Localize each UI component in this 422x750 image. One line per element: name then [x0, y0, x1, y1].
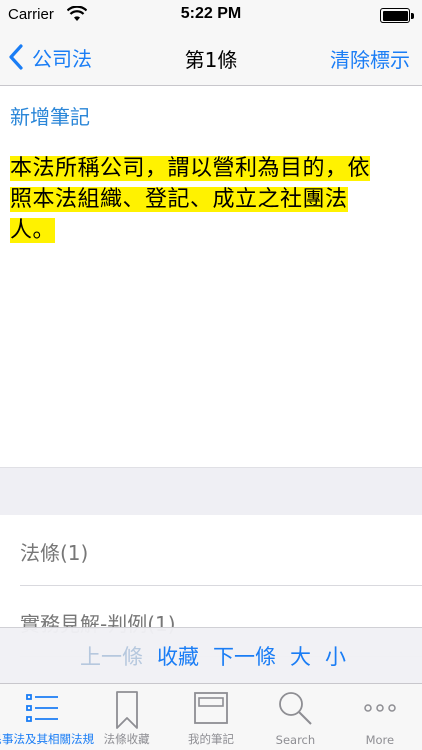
chevron-left-icon [9, 44, 23, 70]
article-line: 照本法組織、登記、成立之社團法 [10, 187, 348, 212]
back-button[interactable]: 公司法 [8, 42, 92, 72]
add-note-link[interactable]: 新增筆記 [10, 101, 90, 130]
status-time: 5:22 PM [180, 5, 242, 22]
tab-bar: 民事法及其相關法規 法條收藏 我的筆記 Search More [0, 683, 422, 750]
search-icon [279, 692, 313, 725]
list-icon [26, 694, 59, 722]
favorite-button[interactable]: 收藏 [157, 641, 199, 671]
bookmark-icon [115, 691, 138, 729]
tab-more[interactable]: More [338, 684, 422, 750]
font-larger-button[interactable]: 大 [290, 641, 311, 671]
article-toolbar: 上一條 收藏 下一條 大 小 [0, 627, 422, 683]
tab-label: More [365, 733, 395, 747]
section-separator [0, 467, 422, 515]
battery-icon [380, 8, 414, 24]
article-text[interactable]: 本法所稱公司，謂以營利為目的，依 照本法組織、登記、成立之社團法 人。 [10, 153, 400, 246]
article-line: 人。 [10, 218, 56, 243]
clear-highlight-button[interactable]: 清除標示 [330, 44, 410, 73]
article-line: 本法所稱公司，謂以營利為目的，依 [10, 156, 371, 181]
status-bar: Carrier 5:22 PM [0, 0, 422, 30]
font-smaller-button[interactable]: 小 [325, 641, 346, 671]
list-item-statutes[interactable]: 法條(1) [20, 515, 422, 586]
navigation-bar: 公司法 第1條 清除標示 [0, 30, 422, 86]
notebook-icon [194, 692, 228, 724]
article-content: 新增筆記 本法所稱公司，謂以營利為目的，依 照本法組織、登記、成立之社團法 人。 [0, 87, 422, 467]
previous-article-button[interactable]: 上一條 [80, 641, 143, 671]
next-article-button[interactable]: 下一條 [213, 641, 276, 671]
more-icon [364, 704, 396, 712]
back-button-label: 公司法 [32, 46, 92, 71]
